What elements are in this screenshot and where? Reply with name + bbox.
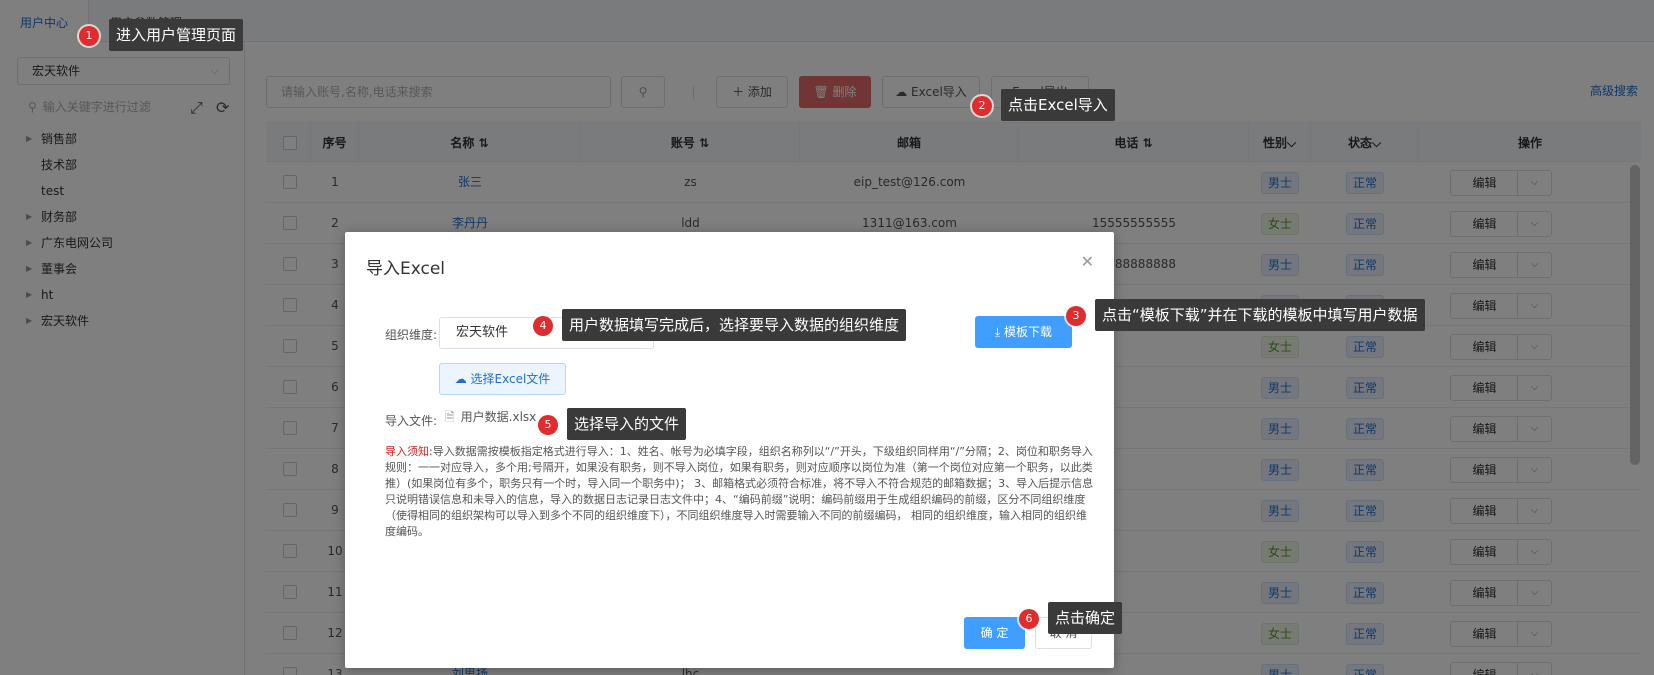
import-notice-body: 导入数据需按模板指定格式进行导入：1、姓名、帐号为必填字段，组织名称列以“/”开… [385, 445, 1094, 538]
document-icon: 🗎 [445, 410, 455, 424]
cloud-upload-icon: ☁ [454, 372, 471, 386]
step-tooltip-1: 进入用户管理页面 [109, 19, 244, 51]
import-notice-head: 导入须知: [385, 445, 433, 458]
step-tooltip-6: 点击确定 [1048, 602, 1123, 634]
step-marker-2: 2 [972, 96, 992, 116]
import-file-item[interactable]: 🗎 用户数据.xlsx [445, 408, 536, 429]
step-marker-5: 5 [538, 415, 558, 435]
close-icon[interactable]: ✕ [1081, 252, 1094, 271]
step-tooltip-3: 点击“模板下载”并在下载的模板中填写用户数据 [1095, 299, 1425, 331]
download-icon: ⤓ [994, 325, 1005, 339]
step-marker-3: 3 [1066, 306, 1086, 326]
step-marker-6: 6 [1019, 609, 1039, 629]
template-download-label: 模板下载 [1004, 325, 1053, 339]
step-marker-1: 1 [79, 26, 99, 46]
select-excel-label: 选择Excel文件 [470, 372, 551, 386]
org-dimension-label: 组织维度: [385, 328, 438, 342]
import-notice: 导入须知:导入数据需按模板指定格式进行导入：1、姓名、帐号为必填字段，组织名称列… [385, 444, 1095, 540]
import-file-name: 用户数据.xlsx [460, 410, 537, 424]
step-tooltip-2: 点击Excel导入 [1001, 89, 1115, 121]
template-download-button[interactable]: ⤓ 模板下载 [975, 316, 1072, 348]
step-tooltip-4: 用户数据填写完成后，选择要导入数据的组织维度 [562, 309, 907, 341]
select-excel-button[interactable]: ☁ 选择Excel文件 [439, 363, 566, 395]
import-excel-dialog: 导入Excel ✕ 组织维度: 宏天软件 ☁ 选择Excel文件 导入文件: 🗎… [345, 232, 1114, 668]
step-tooltip-5: 选择导入的文件 [567, 408, 687, 440]
import-file-label: 导入文件: [385, 414, 438, 428]
confirm-button[interactable]: 确 定 [964, 617, 1025, 649]
step-marker-4: 4 [533, 316, 553, 336]
dialog-title: 导入Excel [366, 259, 446, 279]
